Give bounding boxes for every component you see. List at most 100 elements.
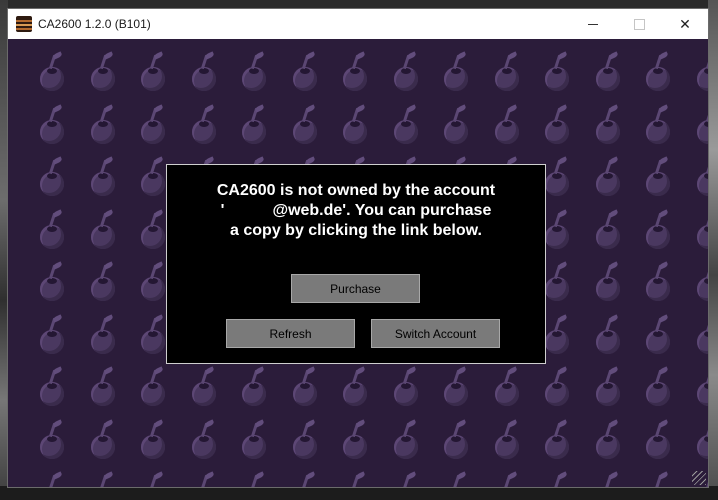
fruit-pattern-icon bbox=[543, 261, 571, 303]
fruit-pattern-icon bbox=[38, 471, 66, 487]
fruit-pattern-icon bbox=[240, 418, 268, 461]
title-bar[interactable]: CA2600 1.2.0 (B101) ✕ bbox=[8, 9, 708, 39]
app-window: CA2600 1.2.0 (B101) ✕ CA2600 is not owne… bbox=[7, 8, 709, 488]
fruit-pattern-icon bbox=[594, 208, 622, 251]
window-title: CA2600 1.2.0 (B101) bbox=[38, 17, 151, 31]
fruit-pattern-icon bbox=[543, 103, 571, 146]
fruit-pattern-icon bbox=[644, 208, 672, 251]
minimize-button[interactable] bbox=[570, 9, 616, 39]
fruit-pattern-icon bbox=[139, 471, 167, 487]
fruit-pattern-icon bbox=[38, 313, 66, 356]
fruit-pattern-icon bbox=[291, 103, 319, 146]
fruit-pattern-icon bbox=[442, 51, 470, 93]
fruit-pattern-icon bbox=[594, 261, 622, 303]
fruit-pattern-icon bbox=[341, 103, 369, 146]
fruit-pattern-icon bbox=[139, 313, 167, 356]
fruit-pattern-icon bbox=[543, 208, 571, 251]
fruit-pattern-icon bbox=[38, 418, 66, 461]
fruit-pattern-icon bbox=[89, 208, 117, 251]
fruit-pattern-icon bbox=[392, 471, 420, 487]
desktop-backdrop-right bbox=[708, 0, 718, 500]
ownership-dialog: CA2600 is not owned by the account ' @we… bbox=[166, 164, 546, 364]
fruit-pattern-icon bbox=[695, 211, 708, 251]
fruit-pattern-icon bbox=[695, 106, 708, 146]
fruit-pattern-icon bbox=[89, 103, 117, 146]
fruit-pattern-icon bbox=[543, 366, 571, 408]
fruit-pattern-icon bbox=[644, 471, 672, 487]
fruit-pattern-icon bbox=[644, 156, 672, 198]
fruit-pattern-icon bbox=[594, 103, 622, 146]
fruit-pattern-icon bbox=[291, 366, 319, 408]
message-line-1: CA2600 is not owned by the account bbox=[216, 182, 496, 199]
fruit-pattern-icon bbox=[493, 51, 521, 93]
fruit-pattern-icon bbox=[493, 103, 521, 146]
fruit-pattern-icon bbox=[190, 366, 218, 408]
fruit-pattern-icon bbox=[89, 418, 117, 461]
fruit-pattern-icon bbox=[291, 418, 319, 461]
resize-grip-icon[interactable] bbox=[692, 471, 706, 485]
fruit-pattern-icon bbox=[341, 418, 369, 461]
fruit-pattern-icon bbox=[644, 418, 672, 461]
fruit-pattern-icon bbox=[240, 471, 268, 487]
fruit-pattern-icon bbox=[240, 103, 268, 146]
fruit-pattern-icon bbox=[139, 156, 167, 198]
fruit-pattern-icon bbox=[341, 471, 369, 487]
fruit-pattern-icon bbox=[341, 51, 369, 93]
fruit-pattern-icon bbox=[543, 51, 571, 93]
fruit-pattern-icon bbox=[139, 261, 167, 303]
fruit-pattern-icon bbox=[291, 51, 319, 93]
message-line-2: ' @web.de'. You can purchase bbox=[220, 202, 492, 219]
close-button[interactable]: ✕ bbox=[662, 9, 708, 39]
fruit-pattern-icon bbox=[89, 366, 117, 408]
refresh-button[interactable]: Refresh bbox=[226, 319, 355, 348]
ownership-message: CA2600 is not owned by the account ' @we… bbox=[167, 181, 545, 241]
fruit-pattern-icon bbox=[644, 261, 672, 303]
fruit-pattern-icon bbox=[38, 103, 66, 146]
fruit-pattern-icon bbox=[644, 103, 672, 146]
fruit-pattern-icon bbox=[89, 313, 117, 356]
app-canvas: CA2600 is not owned by the account ' @we… bbox=[8, 39, 708, 487]
fruit-pattern-icon bbox=[594, 471, 622, 487]
fruit-pattern-icon bbox=[543, 418, 571, 461]
fruit-pattern-icon bbox=[695, 263, 708, 303]
fruit-pattern-icon bbox=[442, 418, 470, 461]
fruit-pattern-icon bbox=[695, 316, 708, 356]
fruit-pattern-icon bbox=[139, 51, 167, 93]
switch-account-button[interactable]: Switch Account bbox=[371, 319, 500, 348]
maximize-icon bbox=[633, 18, 645, 30]
desktop-backdrop-bottom bbox=[0, 486, 718, 500]
purchase-button[interactable]: Purchase bbox=[291, 274, 420, 303]
fruit-pattern-icon bbox=[190, 418, 218, 461]
fruit-pattern-icon bbox=[695, 421, 708, 461]
fruit-pattern-icon bbox=[644, 51, 672, 93]
fruit-pattern-icon bbox=[190, 471, 218, 487]
fruit-pattern-icon bbox=[594, 51, 622, 93]
fruit-pattern-icon bbox=[543, 156, 571, 198]
fruit-pattern-icon bbox=[493, 418, 521, 461]
fruit-pattern-icon bbox=[442, 366, 470, 408]
fruit-pattern-icon bbox=[695, 368, 708, 408]
fruit-pattern-icon bbox=[442, 103, 470, 146]
fruit-pattern-icon bbox=[89, 471, 117, 487]
fruit-pattern-icon bbox=[392, 51, 420, 93]
close-icon: ✕ bbox=[679, 15, 691, 32]
message-line-3: a copy by clicking the link below. bbox=[230, 222, 482, 239]
fruit-pattern-icon bbox=[89, 51, 117, 93]
fruit-pattern-icon bbox=[594, 156, 622, 198]
fruit-pattern-icon bbox=[240, 366, 268, 408]
ca2600-app-icon bbox=[16, 16, 32, 32]
fruit-pattern-icon bbox=[493, 366, 521, 408]
fruit-pattern-icon bbox=[594, 418, 622, 461]
fruit-pattern-icon bbox=[594, 313, 622, 356]
fruit-pattern-icon bbox=[240, 51, 268, 93]
fruit-pattern-icon bbox=[644, 366, 672, 408]
fruit-pattern-icon bbox=[493, 471, 521, 487]
fruit-pattern-icon bbox=[38, 156, 66, 198]
fruit-pattern-icon bbox=[139, 366, 167, 408]
fruit-pattern-icon bbox=[543, 313, 571, 356]
fruit-pattern-icon bbox=[139, 208, 167, 251]
fruit-pattern-icon bbox=[695, 158, 708, 198]
maximize-button[interactable] bbox=[616, 9, 662, 39]
fruit-pattern-icon bbox=[543, 471, 571, 487]
fruit-pattern-icon bbox=[89, 156, 117, 198]
